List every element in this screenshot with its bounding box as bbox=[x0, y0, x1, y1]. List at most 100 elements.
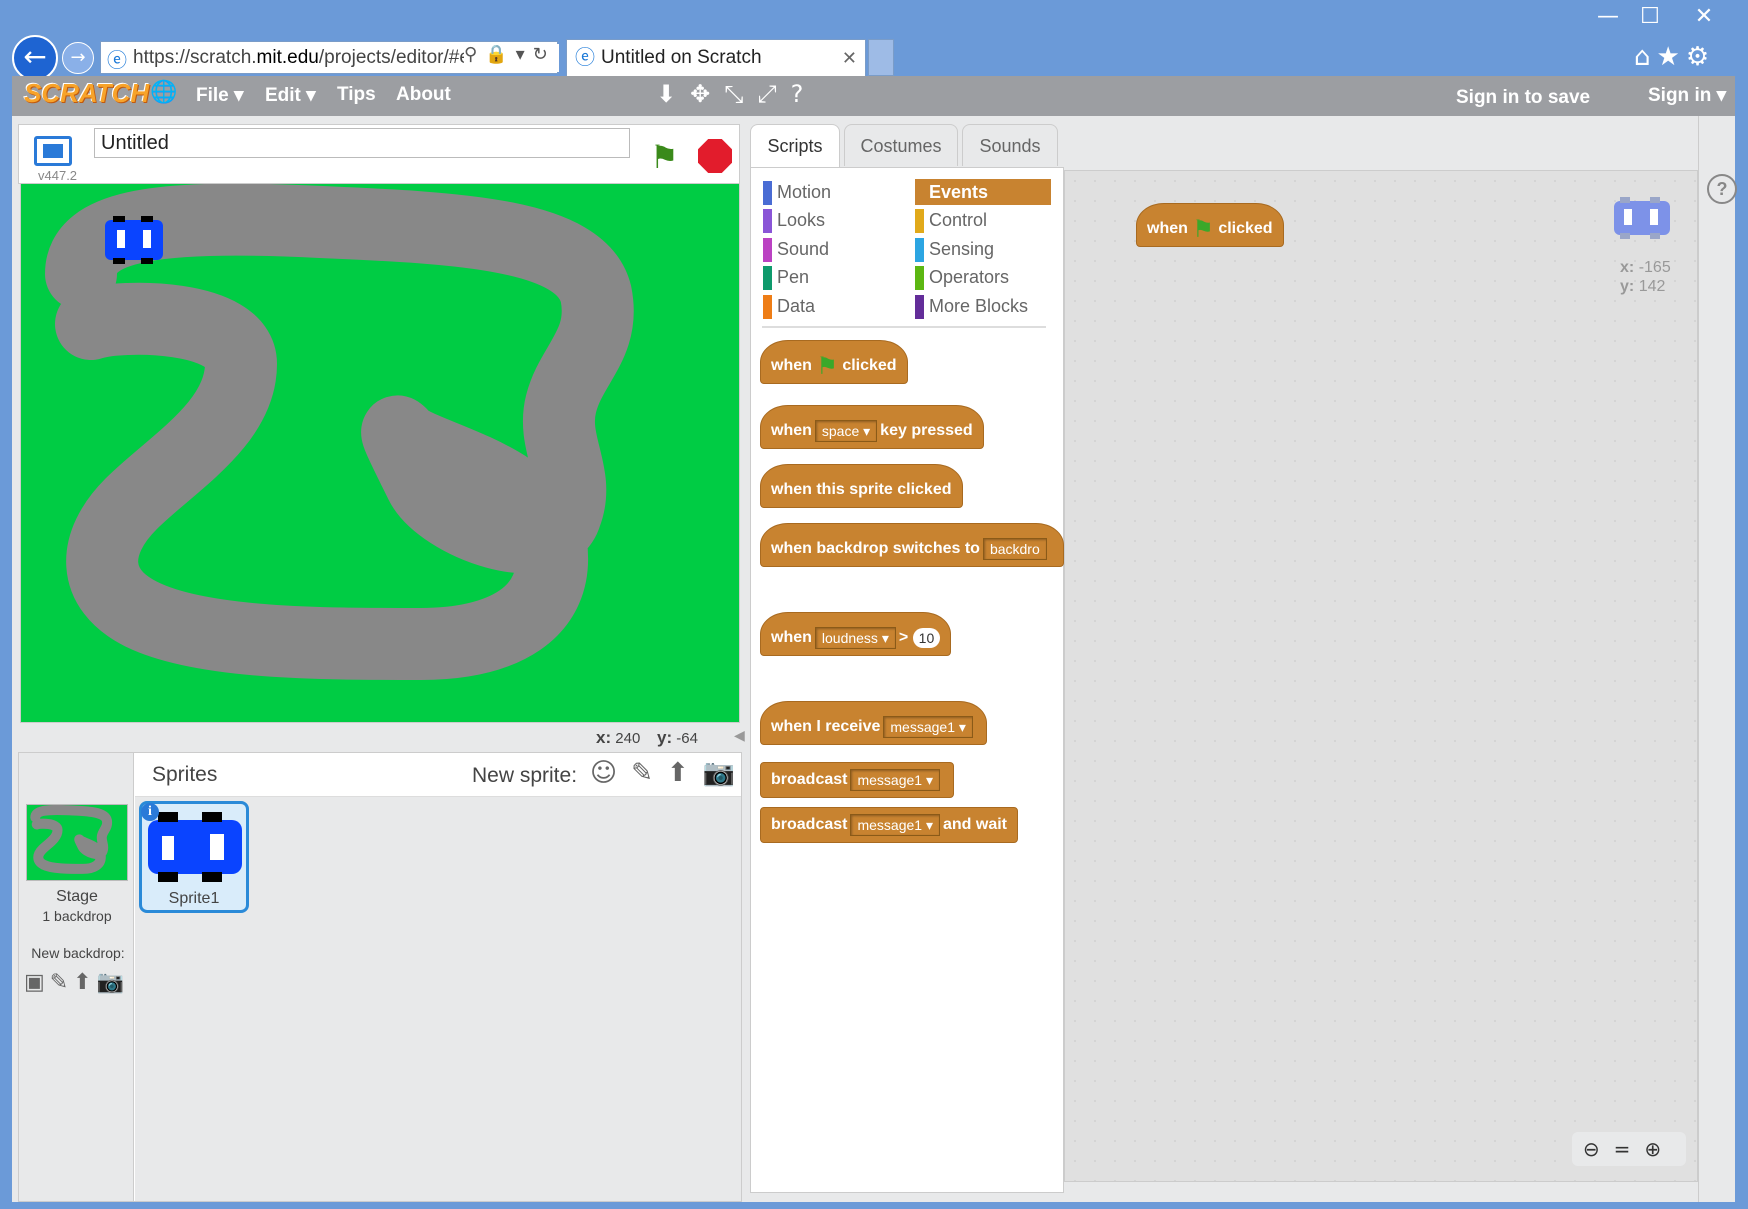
category-sensing[interactable]: Sensing bbox=[915, 236, 994, 262]
address-bar-icons[interactable]: ⚲🔒▾↻ bbox=[464, 44, 559, 72]
dropdown-value: space bbox=[821, 422, 860, 439]
new-sprite-label: New sprite: bbox=[472, 764, 578, 787]
forward-button[interactable]: → bbox=[62, 42, 94, 74]
ie-tab-icon: ⓔ bbox=[575, 47, 595, 69]
tab-scripts[interactable]: Scripts bbox=[750, 124, 840, 168]
minimize-button[interactable]: — bbox=[1588, 4, 1628, 29]
y-value: 142 bbox=[1638, 278, 1666, 295]
close-window-button[interactable]: ✕ bbox=[1684, 4, 1724, 29]
sprite1-label: Sprite1 bbox=[168, 890, 220, 907]
browser-tab[interactable]: ⓔ Untitled on Scratch ✕ bbox=[566, 39, 866, 76]
block-broadcast-and-wait[interactable]: broadcast message1 ▾ and wait bbox=[760, 807, 1018, 843]
help-icon[interactable]: ? bbox=[1707, 174, 1737, 204]
sign-in-menu[interactable]: Sign in ▾ bbox=[1648, 84, 1726, 107]
race-track bbox=[45, 183, 634, 680]
category-data[interactable]: Data bbox=[763, 293, 815, 319]
new-backdrop-label: New backdrop: bbox=[31, 945, 125, 961]
fullscreen-icon[interactable] bbox=[34, 136, 72, 166]
green-flag-icon: ⚑ bbox=[816, 352, 838, 380]
collapse-stage-arrow[interactable]: ◀ bbox=[734, 728, 745, 744]
key-dropdown[interactable]: space ▾ bbox=[814, 419, 878, 442]
url-domain: mit.edu bbox=[256, 47, 319, 68]
message-dropdown[interactable]: message1 ▾ bbox=[883, 715, 973, 738]
dropdown-arrow-icon: ▾ bbox=[958, 718, 966, 735]
category-control[interactable]: Control bbox=[915, 207, 987, 233]
tab-sounds[interactable]: Sounds bbox=[962, 124, 1058, 166]
green-flag-icon: ⚑ bbox=[1192, 215, 1214, 243]
events-swatch bbox=[915, 181, 924, 205]
tips-menu[interactable]: Tips bbox=[337, 84, 376, 106]
block-when-loudness[interactable]: when loudness ▾ > 10 bbox=[760, 612, 952, 656]
sprite-info-icon[interactable]: i bbox=[141, 803, 159, 821]
dropdown-arrow-icon: ▾ bbox=[925, 816, 933, 833]
sensing-swatch bbox=[915, 238, 924, 262]
category-label: Looks bbox=[777, 210, 826, 230]
tab-costumes[interactable]: Costumes bbox=[844, 124, 958, 166]
about-menu[interactable]: About bbox=[396, 84, 451, 106]
block-when-flag-clicked[interactable]: when ⚑ clicked bbox=[760, 340, 908, 384]
y-label: y: bbox=[1620, 278, 1635, 295]
x-value: -165 bbox=[1638, 259, 1671, 276]
block-text: when backdrop switches to bbox=[771, 540, 980, 557]
maximize-button[interactable]: ☐ bbox=[1630, 4, 1670, 29]
operators-swatch bbox=[915, 266, 924, 290]
sprite-position: x: -165 y: 142 bbox=[1620, 258, 1671, 296]
pen-swatch bbox=[763, 266, 772, 290]
category-looks[interactable]: Looks bbox=[763, 207, 825, 233]
browser-right-icons[interactable]: ⌂★⚙ bbox=[1634, 42, 1715, 72]
mouse-x-label: x: bbox=[596, 728, 612, 747]
block-text: when bbox=[771, 629, 812, 646]
dropdown-value: message1 bbox=[857, 816, 923, 833]
block-broadcast[interactable]: broadcast message1 ▾ bbox=[760, 762, 954, 798]
palette-divider bbox=[762, 326, 1046, 328]
category-label: Motion bbox=[777, 182, 832, 202]
stage-thumbnail[interactable] bbox=[26, 804, 128, 881]
motion-swatch bbox=[763, 181, 772, 205]
category-label: Operators bbox=[929, 267, 1010, 287]
message-dropdown[interactable]: message1 ▾ bbox=[850, 813, 940, 836]
new-sprite-icons[interactable]: ☺✎⬆📷 bbox=[590, 758, 749, 788]
block-when-key-pressed[interactable]: when space ▾ key pressed bbox=[760, 405, 984, 449]
sensor-dropdown[interactable]: loudness ▾ bbox=[814, 626, 896, 649]
project-title-input[interactable] bbox=[94, 128, 630, 158]
url-prefix: https://scratch. bbox=[133, 47, 257, 68]
toolbar-icons[interactable]: ⬇✥⤡⤢? bbox=[656, 80, 817, 108]
new-backdrop-icons[interactable]: ▣✎⬆📷 bbox=[24, 970, 129, 995]
category-pen[interactable]: Pen bbox=[763, 264, 809, 290]
file-menu[interactable]: File ▾ bbox=[196, 84, 244, 107]
block-text: when bbox=[1147, 220, 1188, 238]
block-when-sprite-clicked[interactable]: when this sprite clicked bbox=[760, 464, 963, 508]
scratch-logo[interactable]: SCRATCH bbox=[24, 78, 149, 109]
threshold-input[interactable]: 10 bbox=[912, 627, 941, 648]
mouse-y: -64 bbox=[676, 730, 698, 747]
new-tab-button[interactable] bbox=[868, 39, 894, 76]
block-when-backdrop-switches[interactable]: when backdrop switches to backdro bbox=[760, 523, 1064, 567]
sign-in-to-save[interactable]: Sign in to save bbox=[1456, 87, 1590, 109]
more-blocks-swatch bbox=[915, 295, 924, 319]
category-more-blocks[interactable]: More Blocks bbox=[915, 293, 1028, 319]
data-swatch bbox=[763, 295, 772, 319]
dropdown-value: loudness bbox=[821, 629, 878, 646]
edit-menu[interactable]: Edit ▾ bbox=[265, 84, 316, 107]
backdrop-dropdown[interactable]: backdro bbox=[982, 537, 1047, 560]
globe-icon[interactable]: 🌐 bbox=[150, 80, 177, 105]
back-button[interactable]: ← bbox=[12, 35, 58, 81]
category-motion[interactable]: Motion bbox=[763, 179, 831, 205]
block-text: when bbox=[771, 357, 812, 375]
script-area[interactable] bbox=[1064, 170, 1698, 1182]
script-when-flag-clicked[interactable]: when ⚑ clicked bbox=[1136, 203, 1284, 247]
stage-canvas[interactable] bbox=[20, 183, 740, 723]
stage-label: Stage bbox=[56, 888, 98, 905]
message-dropdown[interactable]: message1 ▾ bbox=[850, 768, 940, 791]
backdrop-count: 1 backdrop bbox=[42, 908, 112, 924]
category-sound[interactable]: Sound bbox=[763, 236, 829, 262]
dropdown-value: message1 bbox=[857, 771, 923, 788]
category-events[interactable]: Events bbox=[915, 179, 1051, 205]
zoom-controls[interactable]: ⊖=⊕ bbox=[1572, 1132, 1686, 1166]
tab-close-icon[interactable]: ✕ bbox=[842, 40, 857, 76]
car-sprite[interactable] bbox=[105, 216, 163, 264]
category-operators[interactable]: Operators bbox=[915, 264, 1009, 290]
green-flag-icon[interactable]: ⚑ bbox=[650, 138, 679, 176]
block-when-i-receive[interactable]: when I receive message1 ▾ bbox=[760, 701, 987, 745]
dropdown-arrow-icon: ▾ bbox=[863, 422, 871, 439]
